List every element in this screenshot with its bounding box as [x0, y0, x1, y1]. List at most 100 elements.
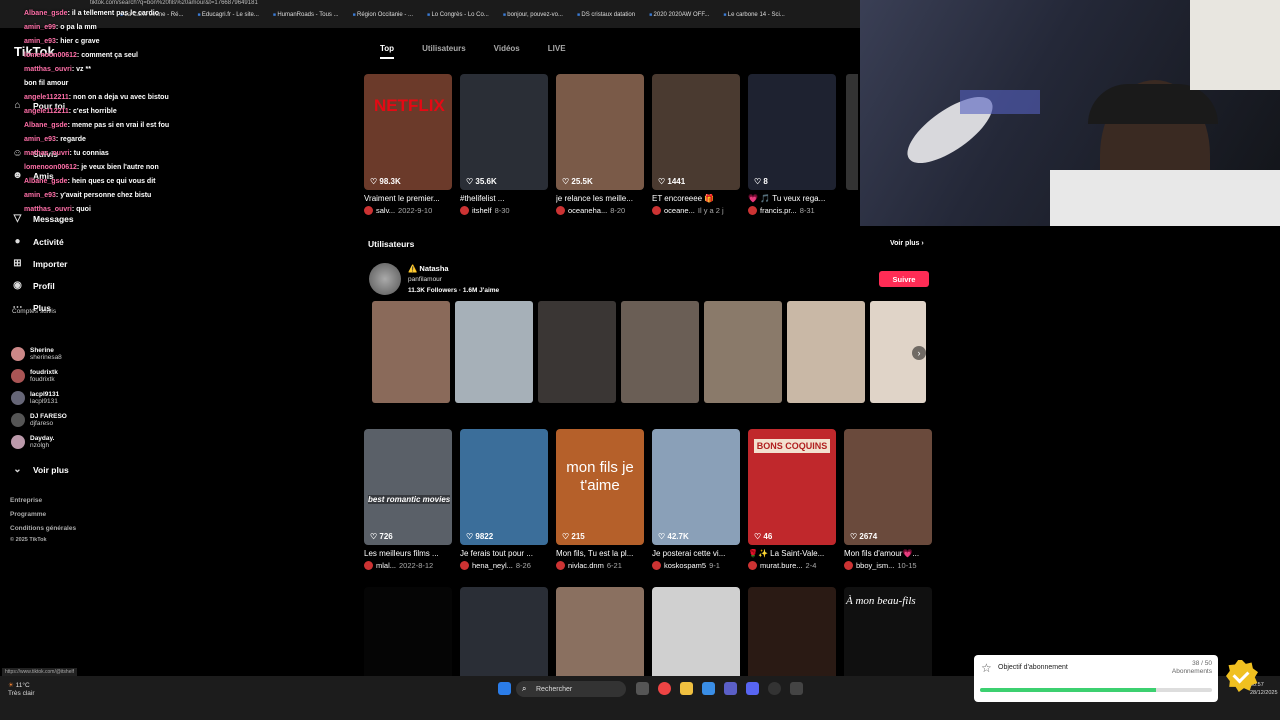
user-video-thumbnail[interactable]	[621, 301, 699, 403]
tiktok-logo[interactable]: TikTok	[14, 44, 55, 59]
nav-item-0[interactable]: ⌂ Pour toi	[12, 100, 65, 111]
video-author[interactable]: hena_neyl...	[472, 561, 513, 570]
taskbar-search[interactable]: Rechercher	[516, 681, 626, 697]
video-card[interactable]: ♡ 46 BONS COQUINS 🌹✨ La Saint-Vale... murat…	[748, 429, 836, 570]
bookmark-item[interactable]: bonjour, pouvez-vo...	[503, 12, 563, 26]
video-caption[interactable]: Je ferais tout pour ...	[460, 549, 548, 558]
video-thumbnail[interactable]: ♡ 42.7K	[652, 429, 740, 545]
video-thumbnail[interactable]: ♡ 8	[748, 74, 836, 190]
video-thumbnail[interactable]: ♡ 726 best romantic movies	[364, 429, 452, 545]
video-caption[interactable]: 🌹✨ La Saint-Vale...	[748, 549, 836, 558]
video-card[interactable]: ♡ 726 best romantic movies Les meilleurs f…	[364, 429, 452, 570]
user-video-thumbnail[interactable]	[455, 301, 533, 403]
video-card[interactable]: ♡ 35.6K #thelifelist ... itshelf 8-30	[460, 74, 548, 215]
chevron-right-icon[interactable]: ›	[912, 346, 926, 360]
bookmark-item[interactable]: HumanRoads - Tous ...	[273, 12, 338, 26]
task-view-icon[interactable]	[636, 682, 649, 695]
folder-icon[interactable]	[680, 682, 693, 695]
bookmark-item[interactable]: La Carte Jeune - Ré...	[120, 12, 183, 26]
video-card[interactable]: ♡ 1441 ET encoreeee 🎁 oceane... Il y a 2 j	[652, 74, 740, 215]
bookmark-item[interactable]: Le carbone 14 - Sci...	[723, 12, 785, 26]
teams-icon[interactable]	[724, 682, 737, 695]
video-card[interactable]: ♡ 98.3K NETFLIX Vraiment le premier... salv…	[364, 74, 452, 215]
following-account[interactable]: lacpl9131 lacpl9131	[11, 391, 59, 405]
nav-item-6[interactable]: ◉ Profil	[12, 280, 55, 291]
see-more-accounts-button[interactable]: ⌄ Voir plus	[12, 464, 68, 475]
tab-0[interactable]: Top	[380, 44, 395, 59]
video-thumbnail[interactable]: ♡ 98.3K NETFLIX	[364, 74, 452, 190]
discord-icon[interactable]	[746, 682, 759, 695]
video-thumbnail[interactable]: À mon beau-fils	[844, 587, 932, 676]
video-author[interactable]: salv...	[376, 206, 395, 215]
video-caption[interactable]: Mon fils, Tu est la pl...	[556, 549, 644, 558]
video-thumbnail[interactable]	[364, 587, 452, 676]
video-thumbnail[interactable]	[652, 587, 740, 676]
follow-button[interactable]: Suivre	[879, 271, 929, 287]
video-author[interactable]: oceane...	[664, 206, 695, 215]
nav-item-1[interactable]: ☺ Suivis	[12, 148, 58, 159]
video-caption[interactable]: #thelifelist ...	[460, 194, 548, 203]
user-video-thumbnail[interactable]	[787, 301, 865, 403]
video-thumbnail[interactable]	[460, 587, 548, 676]
video-author[interactable]: murat.bure...	[760, 561, 803, 570]
video-card[interactable]: ♡ 2674 Mon fils d'amour💗... bboy_ism... 10-…	[844, 429, 932, 570]
video-card[interactable]: ♡ 8 💗 🎵 Tu veux rega... francis.pr... 8-31	[748, 74, 836, 215]
video-card[interactable]: ♡ 215 mon fils je t'aime Mon fils, Tu est …	[556, 429, 644, 570]
nav-item-2[interactable]: ☻ Amis	[12, 170, 54, 181]
footer-link[interactable]: Conditions générales	[10, 525, 76, 532]
obs-icon[interactable]	[768, 682, 781, 695]
video-card[interactable]: ♡ 9822 Je ferais tout pour ... hena_neyl..…	[460, 429, 548, 570]
video-caption[interactable]: Les meilleurs films ...	[364, 549, 452, 558]
bookmark-item[interactable]: Lo Congrès - Lo Co...	[427, 12, 488, 26]
video-thumbnail[interactable]: ♡ 35.6K	[460, 74, 548, 190]
bookmark-item[interactable]: DS cristaux datation	[577, 12, 635, 26]
app-icon[interactable]	[790, 682, 803, 695]
nav-item-3[interactable]: ▽ Messages	[12, 213, 74, 224]
video-thumbnail[interactable]	[556, 587, 644, 676]
video-author[interactable]: itshelf	[472, 206, 492, 215]
start-icon[interactable]	[498, 682, 511, 695]
video-card[interactable]: ♡ 25.5K je relance les meille... oceaneha.…	[556, 74, 644, 215]
video-caption[interactable]: Je posterai cette vi...	[652, 549, 740, 558]
video-caption[interactable]: Vraiment le premier...	[364, 194, 452, 203]
partial-video-card[interactable]	[846, 74, 858, 190]
bookmark-item[interactable]: Région Occitanie - ...	[353, 12, 413, 26]
video-author[interactable]: oceaneha...	[568, 206, 607, 215]
video-thumbnail[interactable]: ♡ 46 BONS COQUINS	[748, 429, 836, 545]
bookmark-item[interactable]: 2020 2020AW OFF...	[649, 12, 710, 26]
tab-1[interactable]: Utilisateurs	[422, 44, 466, 59]
user-name[interactable]: ⚠️ Natasha	[408, 264, 449, 273]
video-caption[interactable]: Mon fils d'amour💗...	[844, 549, 932, 558]
user-video-thumbnail[interactable]	[538, 301, 616, 403]
store-icon[interactable]	[702, 682, 715, 695]
tab-3[interactable]: LIVE	[548, 44, 566, 59]
see-more-users-link[interactable]: Voir plus ›	[890, 240, 924, 247]
video-author[interactable]: mlal...	[376, 561, 396, 570]
nav-item-5[interactable]: ⊞ Importer	[12, 258, 67, 269]
video-thumbnail[interactable]: ♡ 9822	[460, 429, 548, 545]
address-bar[interactable]: tiktok.com/search?q=bon%20fils%20amour&t…	[90, 0, 790, 7]
video-author[interactable]: koskospam5	[664, 561, 706, 570]
following-account[interactable]: foudrixtk foudrixtk	[11, 369, 58, 383]
video-author[interactable]: nivlac.dnm	[568, 561, 604, 570]
nav-item-4[interactable]: ● Activité	[12, 236, 63, 247]
footer-link[interactable]: Programme	[10, 511, 46, 518]
following-account[interactable]: Sherine sherinesa8	[11, 347, 62, 361]
video-thumbnail[interactable]: ♡ 25.5K	[556, 74, 644, 190]
video-thumbnail[interactable]	[748, 587, 836, 676]
video-thumbnail[interactable]: ♡ 2674	[844, 429, 932, 545]
video-author[interactable]: bboy_ism...	[856, 561, 894, 570]
following-account[interactable]: DJ FARESO djfareso	[11, 413, 67, 427]
video-caption[interactable]: 💗 🎵 Tu veux rega...	[748, 194, 836, 203]
video-caption[interactable]: ET encoreeee 🎁	[652, 194, 740, 203]
video-thumbnail[interactable]: ♡ 215 mon fils je t'aime	[556, 429, 644, 545]
following-account[interactable]: Dayday. nzolgh	[11, 435, 54, 449]
bookmark-item[interactable]: Educagri.fr - Le site...	[197, 12, 259, 26]
avatar[interactable]	[369, 263, 401, 295]
video-thumbnail[interactable]: ♡ 1441	[652, 74, 740, 190]
user-video-thumbnail[interactable]	[372, 301, 450, 403]
chrome-icon[interactable]	[658, 682, 671, 695]
weather-widget[interactable]: ☀ 11°C Très clair	[8, 682, 34, 698]
video-card[interactable]: ♡ 42.7K Je posterai cette vi... koskospam5…	[652, 429, 740, 570]
footer-link[interactable]: Entreprise	[10, 497, 42, 504]
